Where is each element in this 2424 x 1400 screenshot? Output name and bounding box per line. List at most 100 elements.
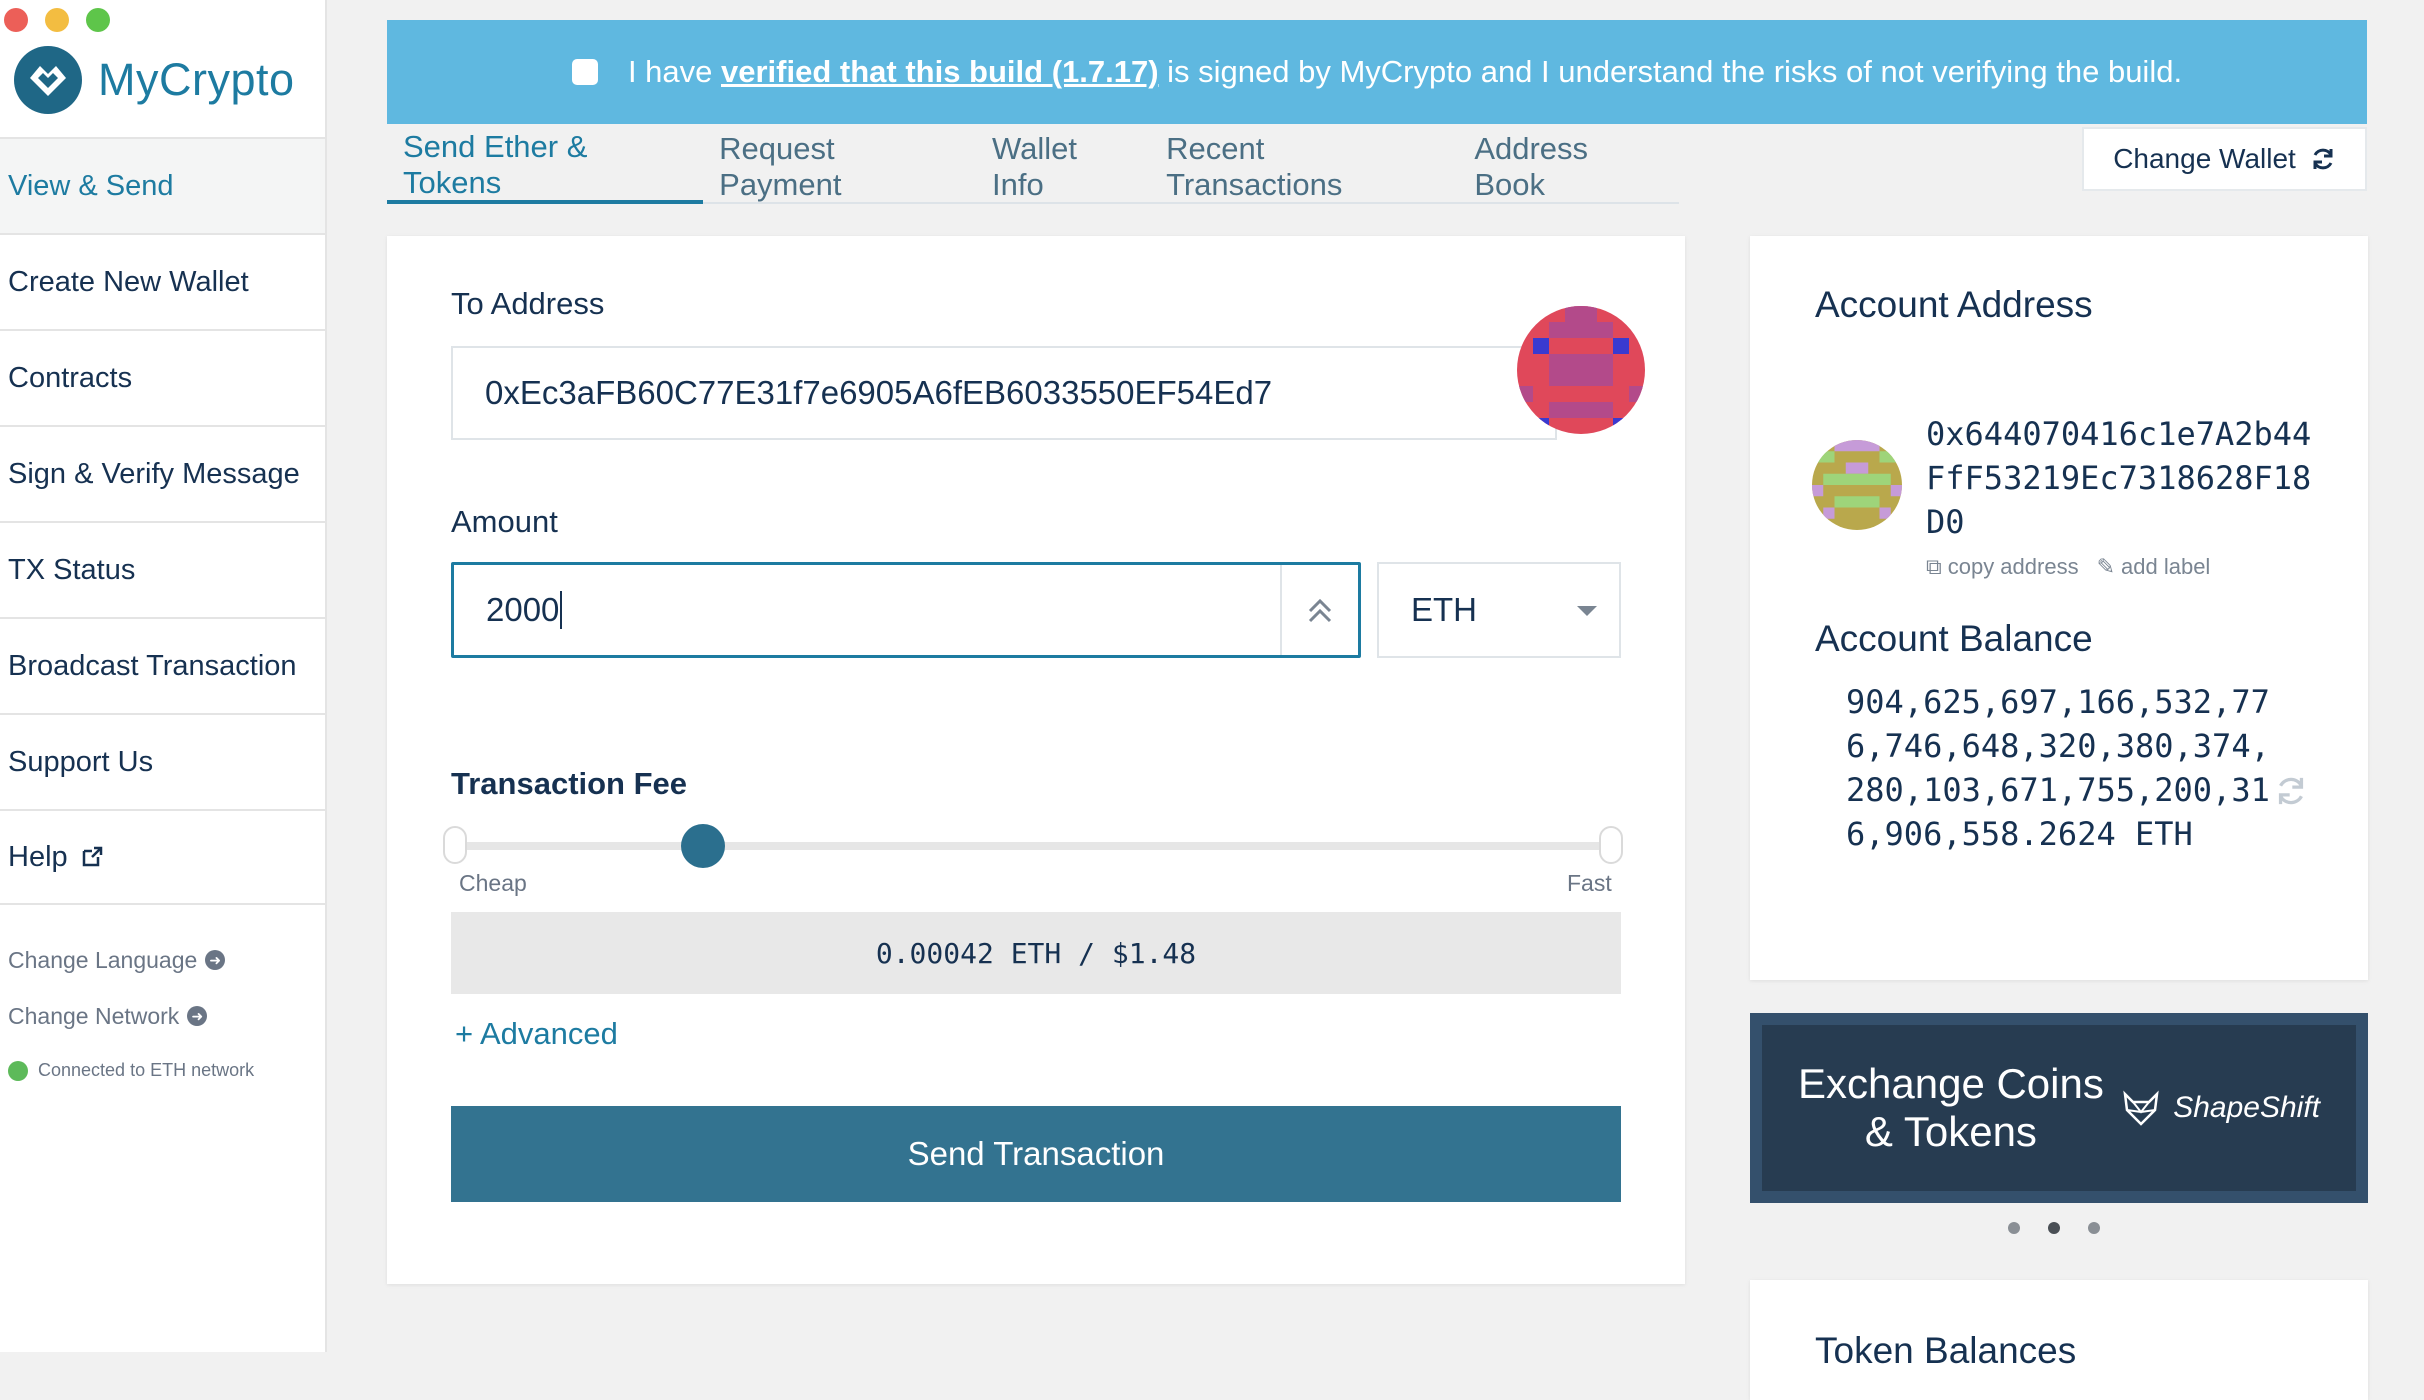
- change-language-label: Change Language: [8, 946, 198, 973]
- external-link-icon: [82, 846, 102, 867]
- to-address-value: 0xEc3aFB60C77E31f7e6905A6fEB6033550EF54E…: [485, 374, 1273, 411]
- sidebar-item-label: View & Send: [8, 169, 174, 202]
- tab-bar: Send Ether & Tokens Request Payment Wall…: [387, 129, 1679, 204]
- recipient-identicon-icon: [1517, 306, 1645, 434]
- copy-address-label: copy address: [1947, 554, 2079, 579]
- verify-build-link[interactable]: verified that this build (1.7.17): [721, 54, 1159, 90]
- sidebar: MyCrypto View & Send Create New Wallet C…: [0, 0, 327, 1352]
- fee-slider-max-handle: [1599, 826, 1623, 864]
- tab-wallet-info[interactable]: Wallet Info: [976, 130, 1150, 204]
- sidebar-item-tx-status[interactable]: TX Status: [0, 521, 325, 617]
- maximize-window-button[interactable]: [86, 8, 110, 32]
- banner-suffix: is signed by MyCrypto and I understand t…: [1158, 54, 2183, 89]
- ad-headline: Exchange Coins & Tokens: [1798, 1060, 2104, 1156]
- sidebar-item-support[interactable]: Support Us: [0, 713, 325, 809]
- account-balance-value: 904,625,697,166,532,776,746,648,320,380,…: [1846, 683, 2270, 853]
- change-network-link[interactable]: Change Network ➜: [8, 988, 225, 1044]
- fee-summary: 0.00042 ETH / $1.48: [451, 912, 1621, 994]
- amount-value: 2000: [486, 591, 560, 628]
- sidebar-item-label: Broadcast Transaction: [8, 649, 297, 682]
- close-window-button[interactable]: [4, 8, 28, 32]
- refresh-icon: [2313, 148, 2333, 170]
- app-name: MyCrypto: [98, 54, 295, 105]
- change-wallet-label: Change Wallet: [2113, 143, 2296, 174]
- carousel-dot[interactable]: [2088, 1222, 2100, 1234]
- account-address-title: Account Address: [1815, 284, 2093, 325]
- sidebar-item-label: Create New Wallet: [8, 265, 249, 298]
- add-label-button[interactable]: ✎ add label: [2097, 554, 2211, 580]
- fee-slider-min-handle: [443, 826, 467, 864]
- sidebar-item-label: Sign & Verify Message: [8, 457, 300, 490]
- double-chevron-up-icon: [1308, 598, 1332, 623]
- sidebar-item-label: TX Status: [8, 553, 136, 586]
- brand[interactable]: MyCrypto: [12, 44, 295, 116]
- sidebar-item-label: Help: [8, 840, 68, 873]
- sidebar-item-label: Support Us: [8, 745, 154, 778]
- sidebar-item-sign-verify[interactable]: Sign & Verify Message: [0, 425, 325, 521]
- minimize-window-button[interactable]: [45, 8, 69, 32]
- account-card: Account Address 0x644070416c1e7A2b44FfF5…: [1750, 236, 2368, 980]
- copy-icon: ⧉: [1926, 554, 1942, 579]
- change-language-link[interactable]: Change Language ➜: [8, 932, 226, 988]
- caret-down-icon: [1577, 606, 1597, 616]
- sidebar-item-help[interactable]: Help: [0, 809, 325, 905]
- verify-build-banner: I have verified that this build (1.7.17)…: [387, 20, 2367, 124]
- send-transaction-button[interactable]: Send Transaction: [451, 1106, 1621, 1202]
- token-balances-title: Token Balances: [1815, 1330, 2077, 1371]
- ad-brand-name: ShapeShift: [2173, 1091, 2320, 1124]
- copy-address-button[interactable]: ⧉ copy address: [1926, 554, 2079, 580]
- arrow-right-icon: ➜: [205, 950, 226, 970]
- account-actions: ⧉ copy address ✎ add label: [1926, 554, 2210, 580]
- transaction-fee-label: Transaction Fee: [451, 766, 688, 801]
- account-address-value: 0x644070416c1e7A2b44FfF53219Ec7318628F18…: [1926, 415, 2312, 541]
- account-identicon-icon: [1812, 440, 1902, 530]
- text-cursor: [560, 591, 563, 629]
- fee-slider-thumb[interactable]: [680, 824, 725, 868]
- tab-send-ether-tokens[interactable]: Send Ether & Tokens: [387, 129, 704, 204]
- status-dot-icon: [8, 1060, 28, 1081]
- connection-status-text: Connected to ETH network: [38, 1060, 255, 1080]
- carousel-dot[interactable]: [2008, 1222, 2020, 1234]
- shapeshift-ad[interactable]: Exchange Coins & Tokens ShapeShift: [1750, 1013, 2368, 1203]
- unit-dropdown[interactable]: ETH: [1377, 562, 1621, 658]
- sidebar-item-create-wallet[interactable]: Create New Wallet: [0, 233, 325, 329]
- to-address-input[interactable]: 0xEc3aFB60C77E31f7e6905A6fEB6033550EF54E…: [451, 346, 1557, 440]
- verify-build-checkbox[interactable]: [571, 59, 598, 85]
- fee-fast-label: Fast: [1567, 870, 1612, 896]
- fee-slider-track[interactable]: [461, 842, 1611, 850]
- token-balances-card: Token Balances: [1750, 1280, 2368, 1400]
- max-amount-button[interactable]: [1280, 565, 1358, 655]
- change-wallet-button[interactable]: Change Wallet: [2082, 127, 2367, 191]
- mycrypto-logo-icon: [14, 46, 82, 114]
- unit-selected: ETH: [1411, 591, 1477, 628]
- sidebar-item-contracts[interactable]: Contracts: [0, 329, 325, 425]
- tab-recent-transactions[interactable]: Recent Transactions: [1150, 130, 1458, 204]
- ad-headline-line2: & Tokens: [1864, 1108, 2037, 1155]
- sidebar-footer: Change Language ➜ Change Network ➜: [8, 932, 226, 1044]
- change-network-label: Change Network: [8, 1002, 180, 1029]
- connection-status: Connected to ETH network: [8, 1060, 254, 1081]
- refresh-balance-icon[interactable]: [2274, 774, 2308, 808]
- sidebar-item-broadcast[interactable]: Broadcast Transaction: [0, 617, 325, 713]
- banner-prefix: I have: [627, 54, 721, 89]
- ad-brand: ShapeShift: [2121, 1088, 2320, 1128]
- advanced-toggle[interactable]: + Advanced: [455, 1016, 618, 1052]
- send-form-card: To Address 0xEc3aFB60C77E31f7e6905A6fEB6…: [387, 236, 1685, 1284]
- ad-headline-line1: Exchange Coins: [1798, 1060, 2104, 1107]
- window-controls: [4, 8, 110, 32]
- pencil-icon: ✎: [2096, 554, 2116, 579]
- fox-logo-icon: [2123, 1090, 2159, 1126]
- sidebar-item-label: Contracts: [8, 361, 133, 394]
- sidebar-nav: View & Send Create New Wallet Contracts …: [0, 137, 325, 905]
- account-balance-title: Account Balance: [1815, 618, 2093, 659]
- arrow-right-icon: ➜: [187, 1006, 208, 1026]
- carousel-dot-active[interactable]: [2048, 1222, 2060, 1234]
- fee-cheap-label: Cheap: [459, 870, 527, 896]
- sidebar-item-view-send[interactable]: View & Send: [0, 137, 325, 233]
- amount-input[interactable]: 2000: [451, 562, 1361, 658]
- to-address-label: To Address: [451, 286, 605, 321]
- add-label-label: add label: [2121, 554, 2211, 579]
- tab-request-payment[interactable]: Request Payment: [703, 130, 976, 204]
- tab-address-book[interactable]: Address Book: [1458, 130, 1679, 204]
- carousel-dots: [2008, 1222, 2100, 1234]
